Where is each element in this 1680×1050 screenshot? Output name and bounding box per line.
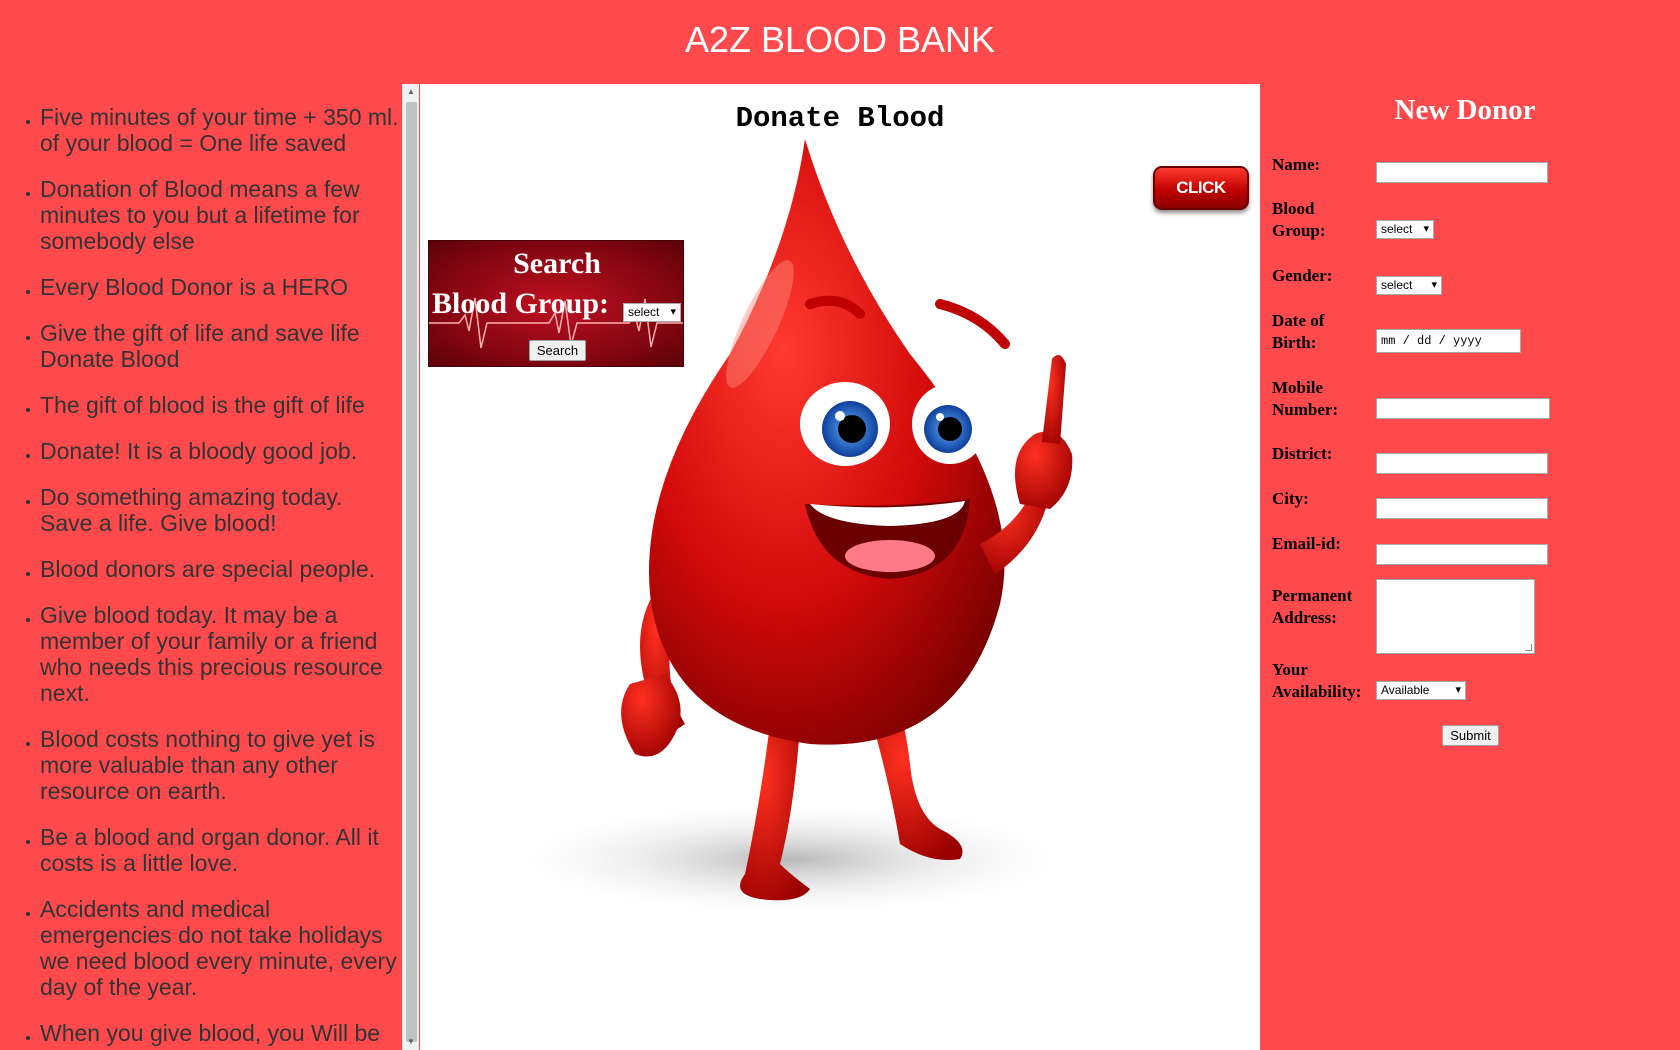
- quote-item: Be a blood and organ donor. All it costs…: [40, 824, 400, 876]
- availability-label-line2: Availability:: [1272, 682, 1362, 701]
- search-title: Search: [513, 247, 601, 280]
- dob-label: Date of Birth:: [1272, 310, 1324, 354]
- click-here-button[interactable]: CLICK HERE: [1153, 166, 1249, 237]
- quotes-list: Five minutes of your time + 350 ml. of y…: [0, 84, 402, 1046]
- city-label: City:: [1272, 489, 1309, 508]
- availability-label-line1: Your: [1272, 660, 1308, 679]
- page-header: A2Z BLOOD BANK: [0, 0, 1680, 84]
- blood-group-label-line1: Blood: [1272, 199, 1315, 218]
- permanent-address-textarea[interactable]: [1376, 579, 1535, 654]
- email-field[interactable]: [1376, 544, 1548, 565]
- mobile-number-field[interactable]: [1376, 398, 1550, 419]
- quotes-panel[interactable]: Five minutes of your time + 350 ml. of y…: [0, 84, 402, 1050]
- district-label: District:: [1272, 444, 1333, 463]
- blood-group-label-line2: Group:: [1272, 221, 1326, 240]
- quote-item: Donation of Blood means a few minutes to…: [40, 176, 400, 254]
- blood-group-select[interactable]: select: [1376, 220, 1434, 239]
- address-label-line2: Address:: [1272, 608, 1337, 627]
- blood-group-label: Blood Group:: [432, 287, 609, 320]
- scrollbar-thumb[interactable]: [406, 102, 417, 1042]
- gender-select[interactable]: select: [1376, 276, 1442, 295]
- search-blood-group-select[interactable]: select: [623, 303, 681, 322]
- search-blood-group-panel: Search Blood Group: select Search: [428, 240, 684, 367]
- main-content: Donate Blood CLICK HERE Search Blood Gro…: [420, 84, 1260, 1050]
- quote-item: Every Blood Donor is a HERO: [40, 274, 400, 300]
- quote-item: When you give blood, you Will be: [40, 1020, 400, 1046]
- dob-label-line1: Date of: [1272, 311, 1325, 330]
- mobile-label-line2: Number:: [1272, 400, 1339, 419]
- quote-item: Accidents and medical emergencies do not…: [40, 896, 400, 1000]
- city-field[interactable]: [1376, 498, 1548, 519]
- scroll-up-icon[interactable]: ▲: [403, 84, 419, 100]
- mobile-label-line1: Mobile: [1272, 378, 1323, 397]
- date-of-birth-field[interactable]: mm / dd / yyyy: [1376, 329, 1521, 353]
- dob-label-line2: Birth:: [1272, 333, 1317, 352]
- availability-label: Your Availability:: [1272, 659, 1361, 703]
- email-label: Email-id:: [1272, 534, 1341, 553]
- submit-button[interactable]: Submit: [1442, 725, 1499, 746]
- scroll-down-icon[interactable]: ▼: [403, 1034, 419, 1050]
- search-button[interactable]: Search: [529, 340, 586, 361]
- new-donor-panel: New Donor Name: Blood Group: select Gend…: [1260, 84, 1680, 1050]
- page-title: A2Z BLOOD BANK: [684, 19, 996, 60]
- quote-item: Blood donors are special people.: [40, 556, 400, 582]
- new-donor-heading: New Donor: [1394, 94, 1536, 126]
- name-label: Name:: [1272, 155, 1321, 174]
- quote-item: Donate! It is a bloody good job.: [40, 438, 400, 464]
- address-label-line1: Permanent: [1272, 586, 1353, 605]
- address-label: Permanent Address:: [1272, 585, 1352, 629]
- quotes-scrollbar[interactable]: ▲ ▼: [402, 84, 419, 1050]
- quote-item: Give the gift of life and save life Dona…: [40, 320, 400, 372]
- name-field[interactable]: [1376, 162, 1548, 183]
- quote-item: Give blood today. It may be a member of …: [40, 602, 400, 706]
- donate-blood-heading: Donate Blood: [735, 102, 945, 135]
- district-field[interactable]: [1376, 453, 1548, 474]
- quote-item: Blood costs nothing to give yet is more …: [40, 726, 400, 804]
- quote-item: Do something amazing today. Save a life.…: [40, 484, 400, 536]
- quote-item: Five minutes of your time + 350 ml. of y…: [40, 104, 400, 156]
- quote-item: The gift of blood is the gift of life: [40, 392, 400, 418]
- blood-group-form-label: Blood Group:: [1272, 198, 1326, 242]
- availability-select[interactable]: Available: [1376, 681, 1466, 700]
- mobile-label: Mobile Number:: [1272, 377, 1338, 421]
- gender-label: Gender:: [1272, 266, 1333, 285]
